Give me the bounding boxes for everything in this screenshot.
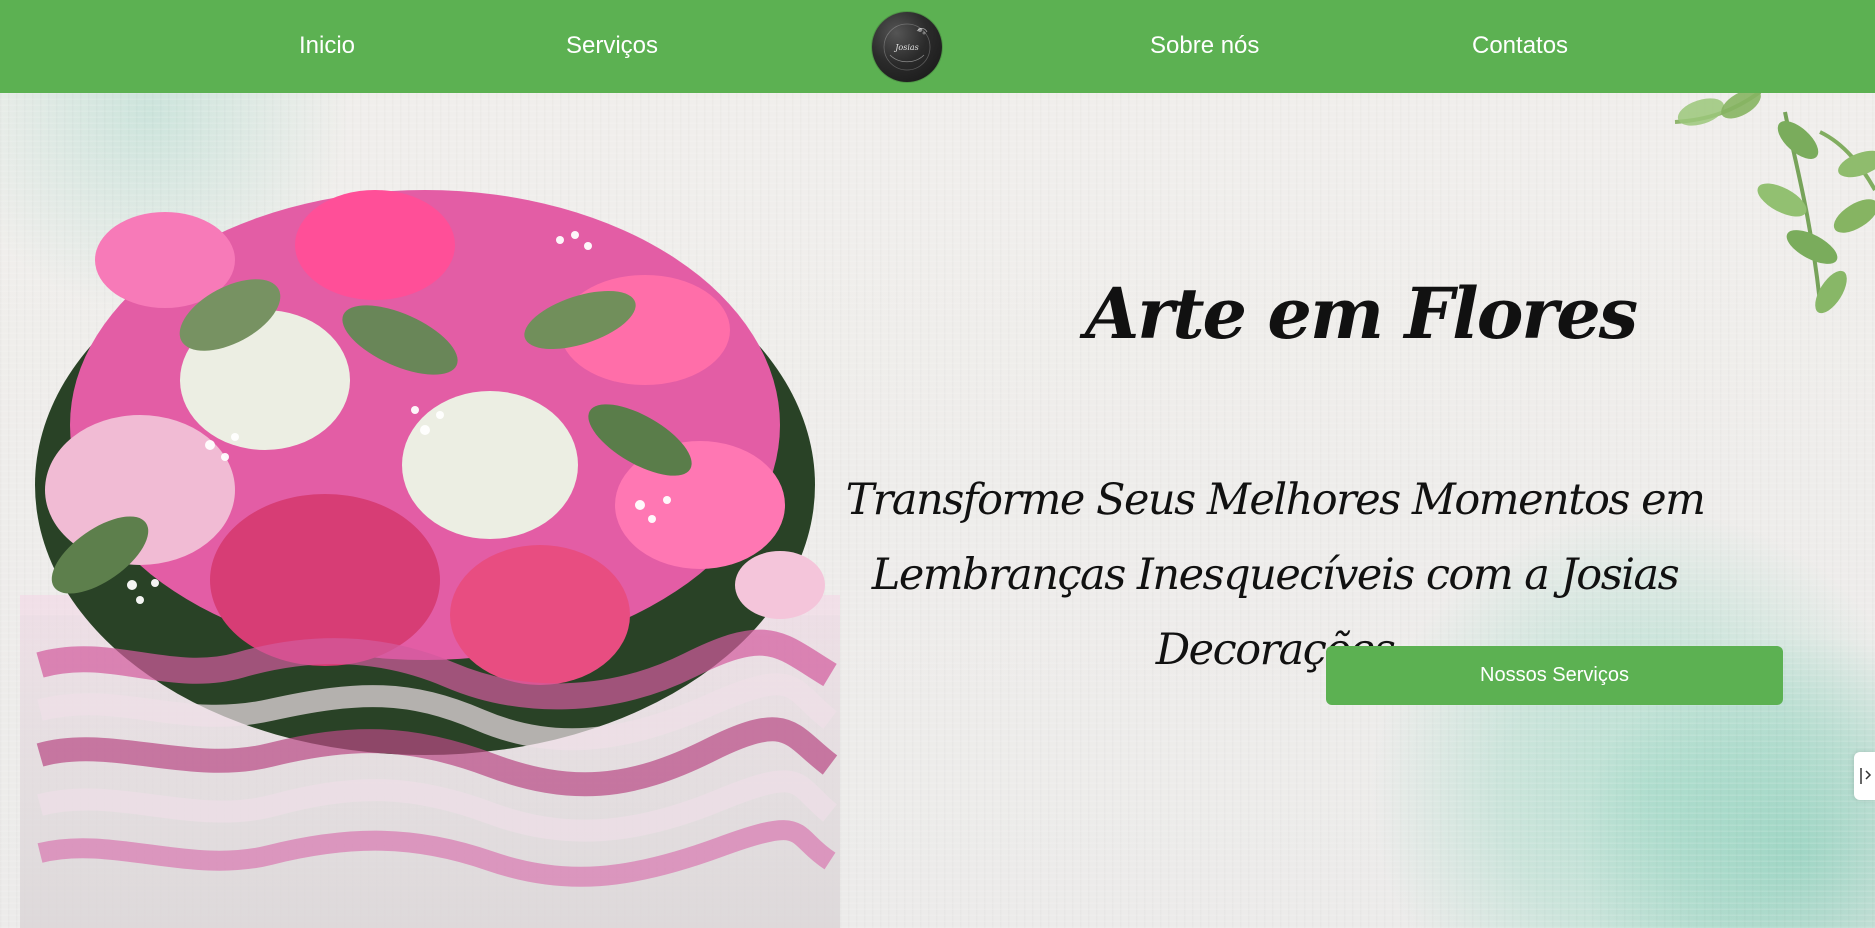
scroll-tab[interactable] <box>1854 752 1875 800</box>
scroll-tab-icon <box>1860 768 1872 784</box>
nav-item-contatos[interactable]: Contatos <box>1472 30 1568 62</box>
brand-logo[interactable]: Josias <box>872 12 942 82</box>
decorative-leaves-image <box>1665 89 1875 322</box>
top-navigation-bar: Inicio Serviços Josias Sobre nós Contato… <box>0 0 1875 93</box>
flower-bouquet-image <box>20 145 850 928</box>
nav-item-servicos[interactable]: Serviços <box>566 30 658 62</box>
nossos-servicos-button[interactable]: Nossos Serviços <box>1326 646 1783 705</box>
svg-text:Josias: Josias <box>893 43 919 52</box>
page: Inicio Serviços Josias Sobre nós Contato… <box>0 0 1875 928</box>
nav-item-inicio[interactable]: Inicio <box>299 30 355 62</box>
nav-item-sobre-nos[interactable]: Sobre nós <box>1150 30 1259 62</box>
hero-title: Arte em Flores <box>1085 271 1638 355</box>
